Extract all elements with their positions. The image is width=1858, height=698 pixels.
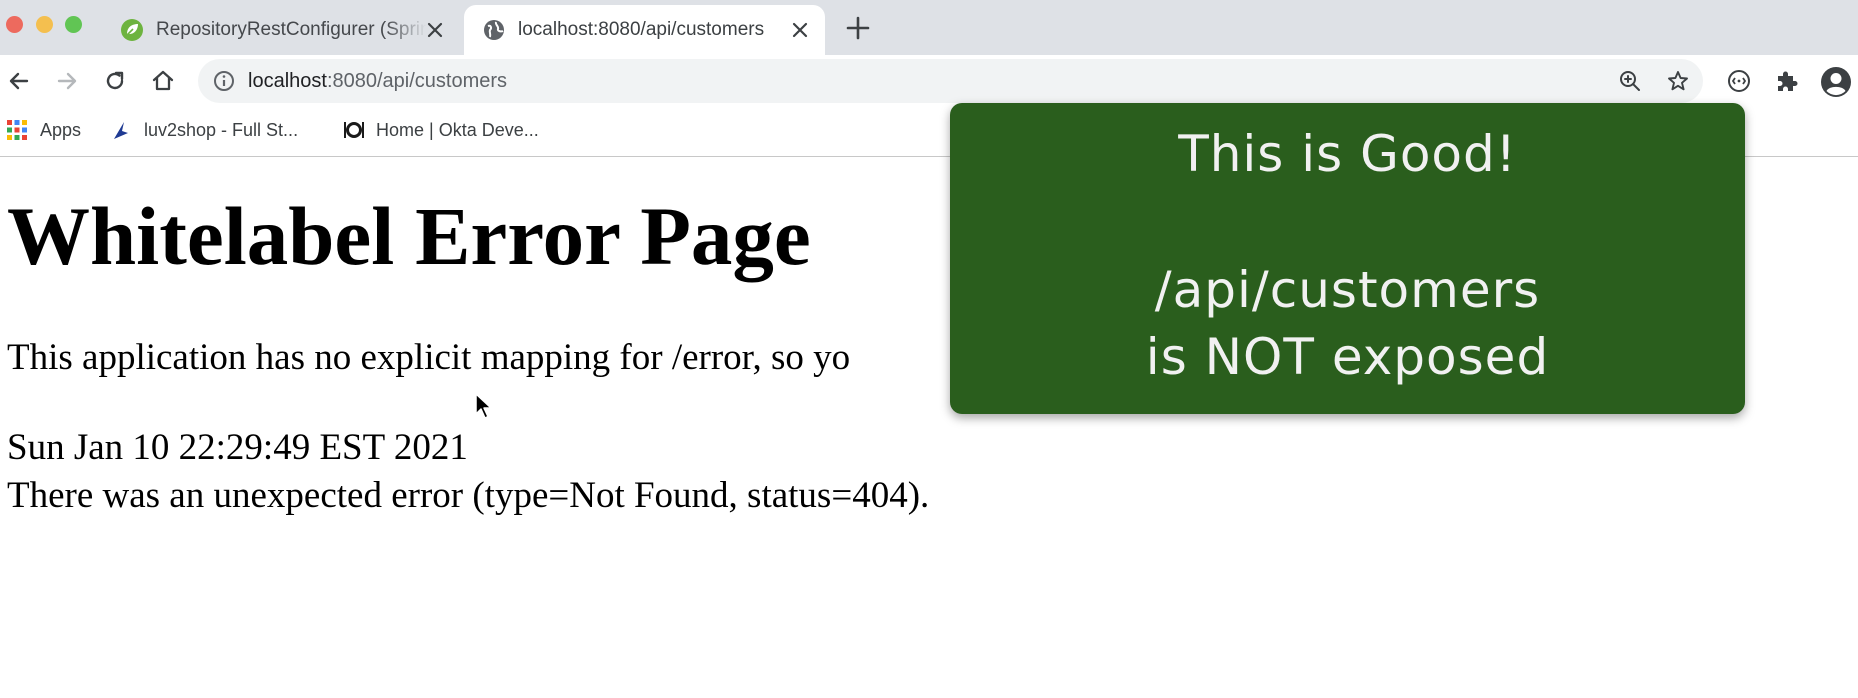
minimize-window-button[interactable] <box>36 16 53 33</box>
error-timestamp: Sun Jan 10 22:29:49 EST 2021 <box>7 427 468 468</box>
new-tab-plus-icon[interactable] <box>845 15 871 41</box>
bookmark-luv2shop[interactable]: luv2shop - Full St... <box>110 119 298 141</box>
browser-toolbar: localhost:8080/api/customers <box>0 55 1858 107</box>
annotation-callout: This is Good! /api/customers is NOT expo… <box>950 103 1745 414</box>
callout-status: is NOT exposed <box>1145 328 1550 386</box>
bookmark-star-icon[interactable] <box>1666 69 1690 93</box>
zoom-icon[interactable] <box>1618 69 1642 93</box>
bookmark-okta[interactable]: Home | Okta Deve... <box>342 119 539 141</box>
reload-icon[interactable] <box>102 68 128 94</box>
callout-title: This is Good! <box>1178 125 1517 183</box>
home-icon[interactable] <box>150 68 176 94</box>
error-detail: There was an unexpected error (type=Not … <box>7 475 930 516</box>
bookmark-apps[interactable]: Apps <box>6 119 81 141</box>
url-text: localhost:8080/api/customers <box>248 70 507 93</box>
url-host: localhost <box>248 70 327 92</box>
close-tab-icon[interactable] <box>789 19 811 41</box>
forward-arrow-icon[interactable] <box>54 68 80 94</box>
bookmark-label: Home | Okta Deve... <box>376 119 539 140</box>
error-message: This application has no explicit mapping… <box>7 337 851 378</box>
address-bar[interactable]: localhost:8080/api/customers <box>198 59 1703 103</box>
profile-avatar-icon[interactable] <box>1820 66 1852 98</box>
bookmark-label: luv2shop - Full St... <box>144 119 299 140</box>
page-heading: Whitelabel Error Page <box>7 190 811 282</box>
bookmark-label: Apps <box>40 119 82 140</box>
extension-tab-icon[interactable] <box>1726 68 1752 94</box>
tab-title: localhost:8080/api/customers <box>518 19 765 40</box>
callout-endpoint: /api/customers <box>1154 261 1541 319</box>
site-info-icon[interactable] <box>212 69 236 93</box>
tab-title: RepositoryRestConfigurer (Spring <box>156 19 426 40</box>
tab-localhost-customers[interactable]: localhost:8080/api/customers <box>464 5 825 55</box>
apps-grid-icon <box>6 119 28 141</box>
url-path: :8080/api/customers <box>326 70 508 92</box>
globe-icon <box>482 18 506 42</box>
back-arrow-icon[interactable] <box>6 68 32 94</box>
tab-strip: RepositoryRestConfigurer (Spring localho… <box>0 0 1858 55</box>
maximize-window-button[interactable] <box>65 16 82 33</box>
extensions-puzzle-icon[interactable] <box>1773 68 1799 94</box>
tab-repository-rest-configurer[interactable]: RepositoryRestConfigurer (Spring <box>110 5 460 55</box>
luv2shop-icon <box>110 119 132 141</box>
close-tab-icon[interactable] <box>424 19 446 41</box>
close-window-button[interactable] <box>6 16 23 33</box>
okta-icon <box>342 119 364 141</box>
mouse-cursor-icon <box>474 392 494 420</box>
spring-leaf-icon <box>120 18 144 42</box>
